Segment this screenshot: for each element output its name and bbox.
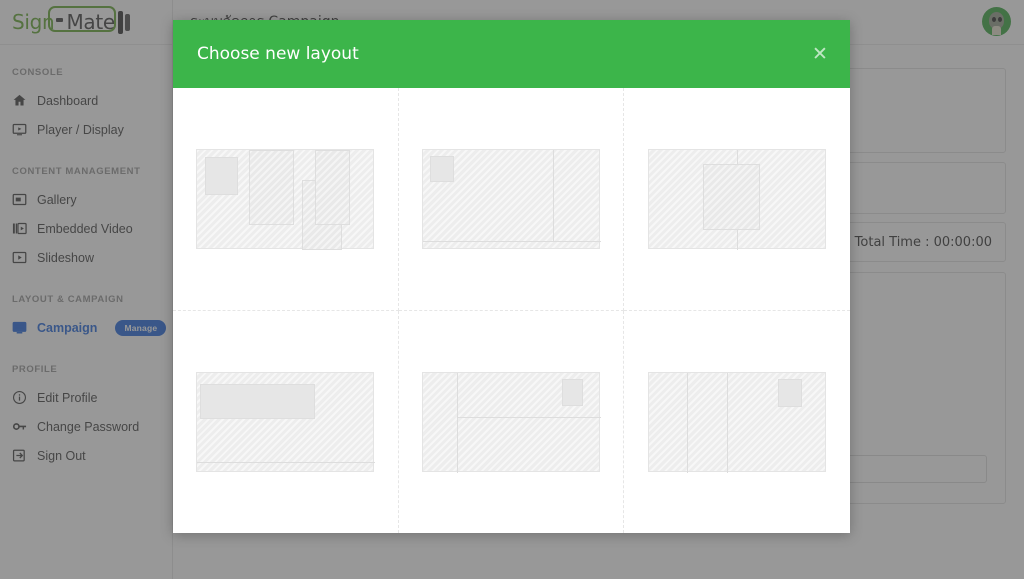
app-root: Sign Mate CONSOLE Dashboard xyxy=(0,0,1024,579)
layout-options-grid xyxy=(173,88,850,533)
close-icon[interactable]: ✕ xyxy=(809,43,831,65)
layout6-zone-box xyxy=(778,378,803,407)
layout1-zone-d xyxy=(315,149,351,225)
layout5-divider-vertical xyxy=(456,372,458,473)
layout-option-6[interactable] xyxy=(624,311,850,534)
layout-thumbnail-1 xyxy=(196,148,375,250)
modal-title: Choose new layout xyxy=(197,44,359,64)
layout-option-5[interactable] xyxy=(399,310,625,533)
layout4-zone-wide xyxy=(200,383,316,419)
layout5-divider-horizontal xyxy=(456,416,601,418)
layout2-zone-a xyxy=(429,155,454,182)
layout2-divider-bottom xyxy=(422,240,601,242)
layout3-zone-center xyxy=(703,163,761,230)
layout-thumbnail-2 xyxy=(421,148,601,249)
layout-option-1[interactable] xyxy=(173,88,399,311)
layout-thumbnail-3 xyxy=(648,148,827,250)
layout-thumbnail-6 xyxy=(648,371,827,473)
layout-option-4[interactable] xyxy=(173,310,399,533)
layout6-divider-1 xyxy=(687,372,689,473)
layout-thumbnail-5 xyxy=(421,371,601,473)
layout-thumbnail-4 xyxy=(196,371,376,472)
layout-option-3[interactable] xyxy=(624,88,850,311)
layout1-zone-b xyxy=(249,149,295,225)
layout4-divider-bottom xyxy=(197,461,376,463)
layout1-zone-a xyxy=(205,156,239,195)
choose-layout-modal: Choose new layout ✕ xyxy=(173,20,850,533)
modal-header: Choose new layout ✕ xyxy=(173,20,850,88)
layout2-divider-vertical xyxy=(552,149,554,241)
layout6-divider-2 xyxy=(727,372,729,473)
layout-option-2[interactable] xyxy=(398,88,625,311)
layout5-zone-box xyxy=(561,378,583,406)
